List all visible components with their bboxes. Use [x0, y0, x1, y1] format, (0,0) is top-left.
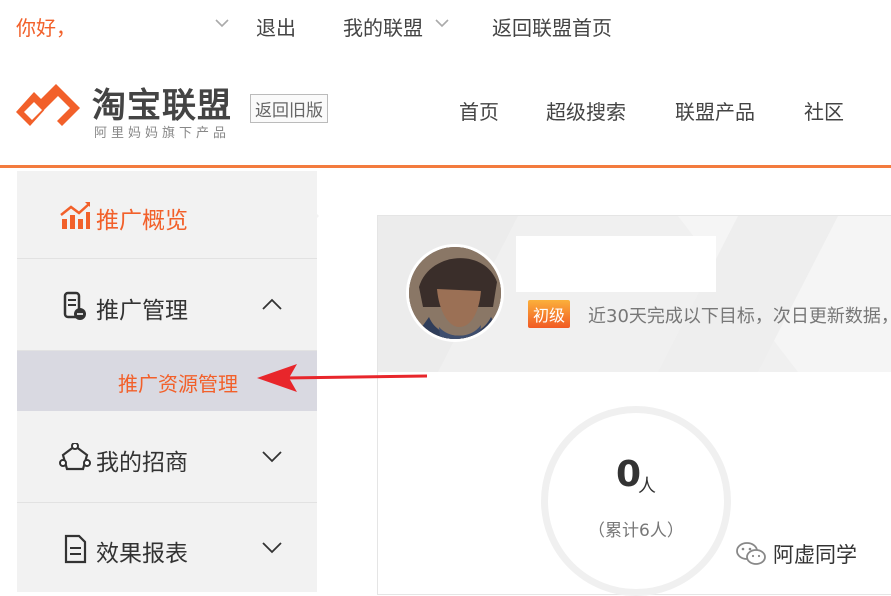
- chevron-down-icon[interactable]: [261, 447, 283, 465]
- sidebar-item-label: 推广概览: [96, 208, 188, 234]
- main-panel: 初级 近30天完成以下目标，次日更新数据， 0 人 （累计6人）: [377, 215, 891, 596]
- username-area: [516, 236, 716, 292]
- logout-link[interactable]: 退出: [256, 12, 296, 41]
- logo-subtitle: 阿里妈妈旗下产品: [94, 126, 231, 141]
- chevron-down-icon[interactable]: [261, 538, 283, 556]
- sidebar-item-report[interactable]: 效果报表: [17, 504, 317, 594]
- level-description: 近30天完成以下目标，次日更新数据，: [588, 306, 891, 327]
- chart-icon: [60, 202, 90, 229]
- chevron-up-icon[interactable]: [261, 295, 283, 313]
- my-union-menu[interactable]: 我的联盟: [343, 12, 423, 41]
- sidebar-item-label: 推广管理: [96, 298, 188, 324]
- active-indicator: [307, 204, 319, 228]
- profile-banner: 初级 近30天完成以下目标，次日更新数据，: [378, 216, 891, 372]
- sidebar-item-overview[interactable]: 推广概览: [17, 171, 317, 259]
- sidebar-item-label: 我的招商: [96, 450, 188, 476]
- watermark-text: 阿虚同学: [773, 543, 857, 567]
- promo-manage-icon: [63, 291, 86, 320]
- old-version-button[interactable]: 返回旧版: [250, 94, 328, 123]
- greeting-text: 你好，: [16, 16, 76, 40]
- site-header: 淘宝联盟 阿里妈妈旗下产品 返回旧版 首页 超级搜索 联盟产品 社区: [0, 60, 891, 168]
- chevron-down-icon[interactable]: [213, 14, 231, 32]
- level-badge: 初级: [528, 300, 571, 328]
- sidebar-item-promo-manage[interactable]: 推广管理: [17, 261, 317, 351]
- nav-home[interactable]: 首页: [459, 96, 499, 125]
- logo-name[interactable]: 淘宝联盟: [92, 78, 232, 127]
- top-bar: 你好， 退出 我的联盟 返回联盟首页: [0, 0, 891, 52]
- merchant-icon: [59, 443, 91, 471]
- wechat-icon: [736, 542, 766, 565]
- taobao-union-logo-icon[interactable]: [14, 82, 86, 134]
- callout-arrow-icon: [257, 364, 428, 392]
- sidebar-subitem-label: 推广资源管理: [118, 372, 238, 396]
- avatar[interactable]: [406, 244, 504, 342]
- chevron-down-icon[interactable]: [433, 14, 451, 32]
- stat-unit: 人: [638, 476, 656, 497]
- nav-super-search[interactable]: 超级搜索: [546, 96, 626, 125]
- nav-union-products[interactable]: 联盟产品: [675, 96, 755, 125]
- stat-total: （累计6人）: [588, 521, 684, 541]
- back-home-link[interactable]: 返回联盟首页: [492, 12, 612, 41]
- sidebar-item-merchant[interactable]: 我的招商: [17, 413, 317, 503]
- report-icon: [64, 534, 87, 564]
- sidebar-item-label: 效果报表: [96, 541, 188, 567]
- stat-ring: [541, 406, 731, 596]
- nav-community[interactable]: 社区: [804, 96, 844, 125]
